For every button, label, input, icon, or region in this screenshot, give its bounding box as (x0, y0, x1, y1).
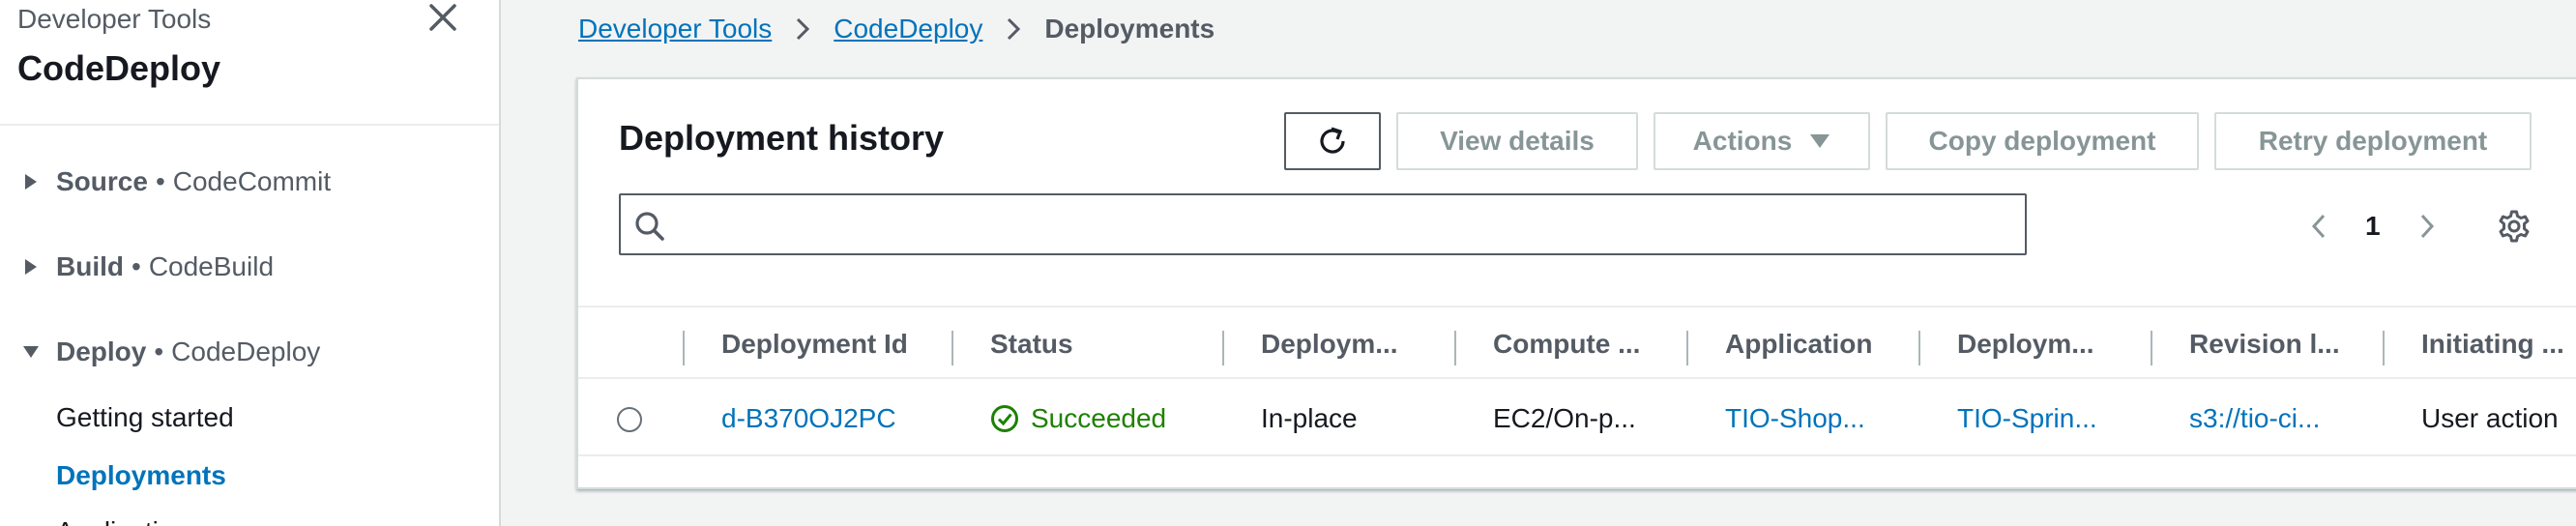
next-page-icon[interactable] (2415, 212, 2439, 241)
divider (0, 124, 499, 126)
previous-page-icon[interactable] (2307, 212, 2330, 241)
column-header-deployment-id[interactable]: Deployment Id (721, 307, 908, 381)
sidebar-item-applications[interactable]: Applications (56, 516, 202, 526)
application-link[interactable]: TIO-Shop... (1725, 381, 1865, 456)
search-field[interactable] (619, 193, 2027, 255)
breadcrumb-developer-tools[interactable]: Developer Tools (578, 14, 772, 44)
column-header-status[interactable]: Status (990, 307, 1073, 381)
column-divider[interactable] (1686, 331, 1688, 365)
service-name: CodeDeploy (17, 48, 221, 88)
refresh-icon (1320, 127, 1345, 154)
column-header-revision-location[interactable]: Revision l... (2189, 307, 2340, 381)
nav-section-deploy[interactable]: Deploy • CodeDeploy (19, 333, 320, 371)
caret-right-icon (19, 257, 43, 277)
nav-section-service: CodeDeploy (171, 336, 321, 366)
success-check-icon (991, 405, 1018, 432)
revision-location-link[interactable]: s3://tio-ci... (2189, 381, 2320, 456)
breadcrumb-current: Deployments (1044, 14, 1215, 44)
nav-section-service: CodeCommit (172, 166, 332, 196)
column-header-application[interactable]: Application (1725, 307, 1872, 381)
column-header-deployment-type[interactable]: Deploym... (1261, 307, 1398, 381)
caret-down-icon (1810, 134, 1830, 148)
nav-section-build[interactable]: Build • CodeBuild (19, 248, 274, 286)
table-header: Deployment Id Status Deploym... Compute … (578, 306, 2576, 379)
side-navigation: Developer Tools CodeDeploy Source • Code… (0, 0, 501, 526)
sidebar-item-deployments[interactable]: Deployments (56, 460, 226, 491)
bullet: • (132, 251, 141, 281)
refresh-button[interactable] (1284, 112, 1381, 170)
gear-icon[interactable] (2497, 209, 2532, 244)
column-divider[interactable] (1918, 331, 1920, 365)
nav-section-source[interactable]: Source • CodeCommit (19, 162, 331, 201)
deployment-id-link[interactable]: d-B370OJ2PC (721, 381, 896, 456)
column-divider (683, 331, 685, 365)
breadcrumb: Developer Tools CodeDeploy Deployments (578, 14, 1215, 44)
column-divider[interactable] (951, 331, 953, 365)
deployment-type-cell: In-place (1261, 403, 1358, 433)
column-header-initiating-event[interactable]: Initiating ... (2421, 307, 2564, 381)
column-divider[interactable] (1222, 331, 1224, 365)
close-icon[interactable] (425, 0, 460, 35)
column-divider[interactable] (1454, 331, 1456, 365)
compute-platform-cell: EC2/On-p... (1493, 403, 1636, 433)
page-number[interactable]: 1 (2365, 211, 2381, 242)
table-row: d-B370OJ2PC Succeeded In-place EC2/On-p.… (578, 381, 2576, 456)
nav-section-service: CodeBuild (148, 251, 275, 281)
search-icon (635, 212, 664, 241)
column-header-compute-platform[interactable]: Compute ... (1493, 307, 1640, 381)
bullet: • (154, 336, 164, 366)
status-cell: Succeeded (990, 381, 1166, 456)
nav-section-label: Build (56, 251, 124, 281)
breadcrumb-codedeploy[interactable]: CodeDeploy (834, 14, 982, 44)
panel-title: Deployment history (619, 118, 945, 158)
column-divider[interactable] (2383, 331, 2385, 365)
sidebar-item-getting-started[interactable]: Getting started (56, 402, 234, 433)
chevron-right-icon (793, 16, 812, 42)
view-details-button[interactable]: View details (1396, 112, 1638, 170)
nav-section-label: Deploy (56, 336, 147, 366)
status-text: Succeeded (1031, 403, 1167, 433)
caret-down-icon (19, 344, 43, 360)
initiating-event-cell: User action (2421, 403, 2559, 433)
nav-section-label: Source (56, 166, 148, 196)
deployment-history-panel: Deployment history View details Actions … (576, 77, 2576, 489)
pagination: 1 (2307, 211, 2439, 242)
caret-right-icon (19, 172, 43, 191)
actions-label: Actions (1692, 126, 1793, 156)
row-select-radio[interactable] (617, 407, 642, 432)
copy-deployment-button[interactable]: Copy deployment (1886, 112, 2199, 170)
service-group-label: Developer Tools (17, 4, 212, 34)
column-header-deployment-group[interactable]: Deploym... (1957, 307, 2094, 381)
column-divider[interactable] (2151, 331, 2152, 365)
actions-button[interactable]: Actions (1654, 112, 1870, 170)
chevron-right-icon (1004, 16, 1023, 42)
deployment-group-link[interactable]: TIO-Sprin... (1957, 381, 2097, 456)
search-input[interactable] (675, 203, 2009, 246)
bullet: • (155, 166, 165, 196)
retry-deployment-button[interactable]: Retry deployment (2214, 112, 2532, 170)
